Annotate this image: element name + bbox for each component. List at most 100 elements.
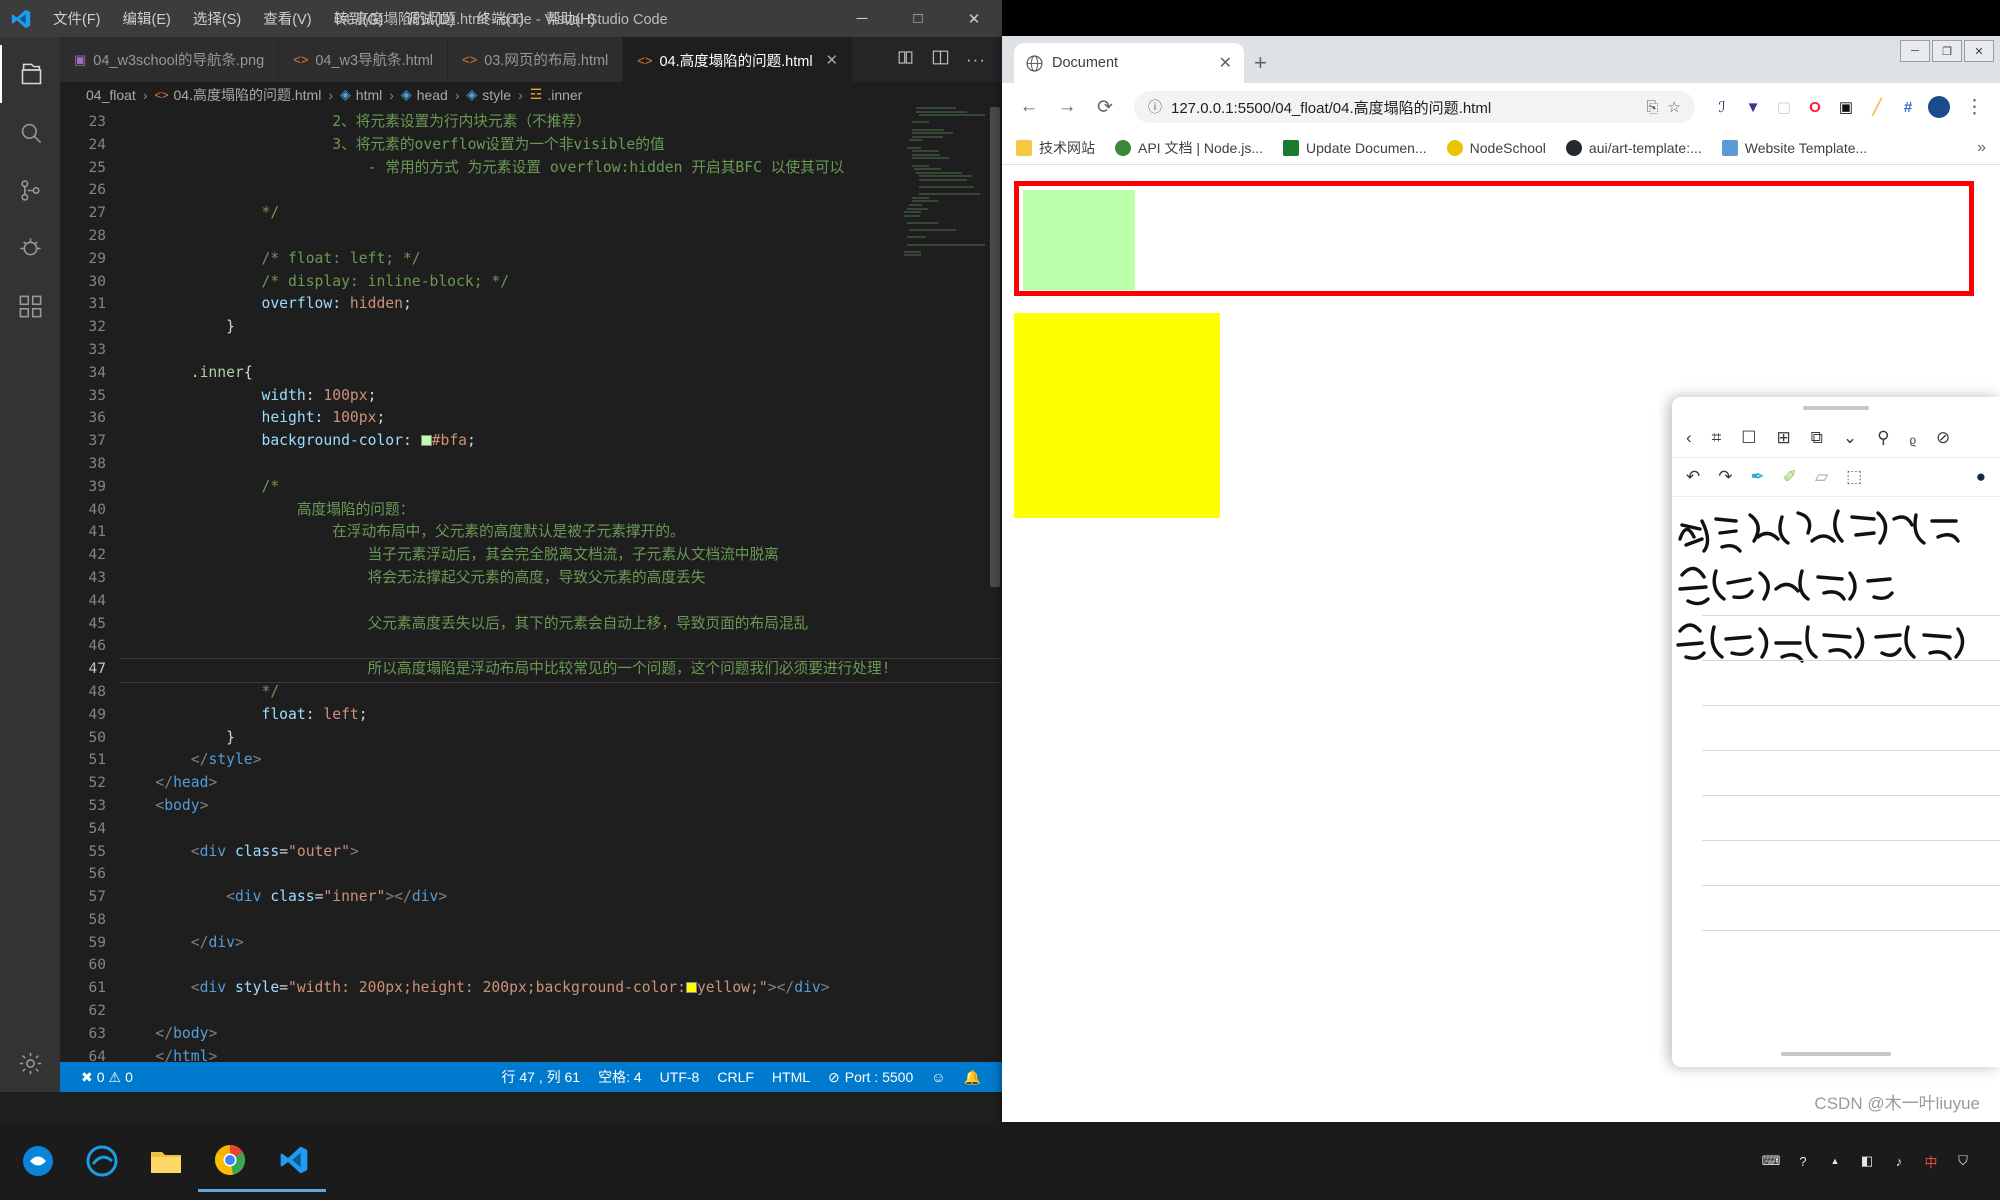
code-line[interactable] — [120, 453, 1002, 476]
code-editor[interactable]: 23 24 25 26 27 28 29 30 31 32 33 34 35 36 37 38 39 40 41 42… — [60, 107, 1002, 1062]
extensions-icon[interactable] — [0, 277, 60, 335]
bookmark-art-template[interactable]: aui/art-template:... — [1565, 139, 1702, 156]
code-line[interactable]: } — [120, 727, 1002, 750]
code-line[interactable]: </div> — [120, 932, 1002, 955]
editor-tab-3[interactable]: <> 04.高度塌陷的问题.html ✕ — [623, 37, 854, 82]
smiley-icon[interactable]: ☺ — [922, 1069, 954, 1085]
eraser-tool-icon[interactable]: ▱ — [1815, 467, 1828, 487]
status-live-server[interactable]: ⊘ Port : 5500 — [819, 1069, 922, 1086]
settings-gear-icon[interactable] — [0, 1034, 60, 1092]
bookmark-nodejs-docs[interactable]: API 文档 | Node.js... — [1115, 138, 1263, 158]
source-control-icon[interactable] — [0, 161, 60, 219]
tray-network-icon[interactable]: ◧ — [1858, 1152, 1876, 1170]
status-bar[interactable]: ✖ 0 ⚠ 0 行 47 , 列 61 空格: 4 UTF-8 CRLF HTM… — [60, 1062, 1002, 1092]
new-tab-button[interactable]: + — [1254, 52, 1267, 74]
code-line[interactable]: <div class="outer"> — [120, 841, 1002, 864]
profile-avatar[interactable] — [1928, 96, 1950, 118]
code-line[interactable]: </body> — [120, 1023, 1002, 1046]
address-bar[interactable]: ⓘ 127.0.0.1:5500/04_float/04.高度塌陷的问题.htm… — [1134, 91, 1695, 123]
breadcrumb-item-file[interactable]: <> 04.高度塌陷的问题.html — [155, 85, 322, 105]
ext-opera-icon[interactable]: O — [1804, 96, 1826, 118]
info-circle-icon[interactable]: ⓘ — [1148, 97, 1162, 117]
back-chevron-icon[interactable]: ‹ — [1686, 428, 1692, 448]
browser-menu-icon[interactable]: ⋮ — [1959, 96, 1990, 119]
code-line[interactable]: .inner{ — [120, 362, 1002, 385]
vscode-maximize-button[interactable]: □ — [890, 0, 946, 37]
more-actions-icon[interactable]: ··· — [966, 50, 986, 70]
code-line[interactable] — [120, 590, 1002, 613]
hide-icon[interactable]: ⊘ — [1936, 428, 1950, 448]
code-line[interactable]: width: 100px; — [120, 385, 1002, 408]
browser-extensions[interactable]: ℐ ▼ ▢ O ▣ ╱ # ⋮ — [1707, 96, 1990, 119]
code-line[interactable] — [120, 225, 1002, 248]
code-line[interactable]: <body> — [120, 795, 1002, 818]
editor-minimap[interactable] — [902, 107, 986, 1062]
search-icon[interactable] — [0, 103, 60, 161]
code-line[interactable]: 在浮动布局中，父元素的高度默认是被子元素撑开的。 — [120, 521, 1002, 544]
editor-tab-close-icon[interactable]: ✕ — [826, 51, 839, 69]
browser-minimize-button[interactable]: ─ — [1900, 40, 1930, 62]
code-line[interactable]: </head> — [120, 772, 1002, 795]
select-tool-icon[interactable]: ⬚ — [1846, 467, 1862, 487]
breadcrumb-item-folder[interactable]: 04_float — [86, 87, 136, 103]
bookmark-update-doc[interactable]: Update Documen... — [1283, 139, 1427, 156]
vscode-close-button[interactable]: ✕ — [946, 0, 1002, 37]
annotation-toolbar-top[interactable]: ‹ ⌗ ☐ ⊞ ⧉ ⌄ ⚲ ᵨ ⊘ — [1672, 419, 2000, 457]
search-icon[interactable]: ⚲ — [1877, 428, 1889, 448]
status-indentation[interactable]: 空格: 4 — [589, 1067, 651, 1087]
close-icon[interactable]: ✕ — [1219, 53, 1232, 73]
code-line[interactable] — [120, 635, 1002, 658]
status-language-mode[interactable]: HTML — [763, 1069, 819, 1085]
code-line[interactable]: 父元素高度丢失以后，其下的元素会自动上移，导致页面的布局混乱 — [120, 613, 1002, 636]
code-line[interactable] — [120, 909, 1002, 932]
back-button[interactable]: ← — [1012, 90, 1046, 124]
pen-tool-icon[interactable]: ✒ — [1751, 467, 1765, 487]
code-line[interactable]: <div class="inner"></div> — [120, 886, 1002, 909]
tray-shield-icon[interactable]: ⛉ — [1954, 1152, 1972, 1170]
ext-device-icon[interactable]: ▣ — [1835, 96, 1857, 118]
add-page-icon[interactable]: ⊞ — [1777, 428, 1791, 448]
taskbar-start-icon[interactable] — [6, 1130, 70, 1192]
breadcrumb[interactable]: 04_float › <> 04.高度塌陷的问题.html › ◈ html ›… — [60, 82, 1002, 107]
tray-volume-icon[interactable]: ♪ — [1890, 1152, 1908, 1170]
editor-tab-actions[interactable]: ··· — [880, 37, 1002, 82]
split-editor-icon[interactable] — [931, 48, 950, 72]
code-line[interactable]: } — [120, 316, 1002, 339]
undo-icon[interactable]: ↶ — [1686, 467, 1700, 487]
debug-icon[interactable] — [0, 219, 60, 277]
handwriting-canvas[interactable] — [1672, 497, 2000, 1041]
bookmark-nodeschool[interactable]: NodeSchool — [1446, 139, 1546, 156]
microphone-icon[interactable]: ᵨ — [1910, 428, 1916, 448]
code-line[interactable]: height: 100px; — [120, 407, 1002, 430]
status-encoding[interactable]: UTF-8 — [651, 1069, 709, 1085]
code-line[interactable] — [120, 1000, 1002, 1023]
code-line[interactable]: /* float: left; */ — [120, 248, 1002, 271]
code-line[interactable]: </style> — [120, 749, 1002, 772]
ext-measure-icon[interactable]: ℐ — [1711, 96, 1733, 118]
reload-button[interactable]: ⟳ — [1088, 90, 1122, 124]
bookmark-icon[interactable]: ☐ — [1741, 428, 1756, 448]
code-line[interactable]: 3、将元素的overflow设置为一个非visible的值 — [120, 134, 1002, 157]
star-icon[interactable]: ☆ — [1668, 98, 1681, 116]
menu-view[interactable]: 查看(V) — [252, 5, 322, 32]
grid-view-icon[interactable]: ⌗ — [1712, 428, 1722, 448]
status-cursor-position[interactable]: 行 47 , 列 61 — [493, 1067, 590, 1087]
menu-debug[interactable]: 调试(D) — [394, 5, 465, 32]
redo-icon[interactable]: ↷ — [1718, 467, 1732, 487]
panel-bottom-handle[interactable] — [1672, 1041, 2000, 1067]
color-swatch-icon[interactable]: ● — [1976, 467, 1986, 487]
forward-button[interactable]: → — [1050, 90, 1084, 124]
chevron-down-icon[interactable]: ⌄ — [1843, 428, 1857, 448]
code-line[interactable] — [120, 954, 1002, 977]
highlighter-tool-icon[interactable]: ✐ — [1783, 467, 1797, 487]
tray-chevron-up-icon[interactable]: ▲ — [1826, 1152, 1844, 1170]
code-line[interactable]: */ — [120, 681, 1002, 704]
code-line[interactable]: float: left; — [120, 704, 1002, 727]
windows-taskbar[interactable]: ⌨ ? ▲ ◧ ♪ 中 ⛉ — [0, 1122, 2000, 1200]
menu-go[interactable]: 转到(G) — [323, 5, 395, 32]
browser-close-button[interactable]: ✕ — [1964, 40, 1994, 62]
ext-grid-icon[interactable]: # — [1897, 96, 1919, 118]
browser-tab[interactable]: Document ✕ — [1014, 43, 1244, 83]
vscode-minimize-button[interactable]: ─ — [834, 0, 890, 37]
tray-ime-icon[interactable]: 中 — [1922, 1152, 1940, 1170]
